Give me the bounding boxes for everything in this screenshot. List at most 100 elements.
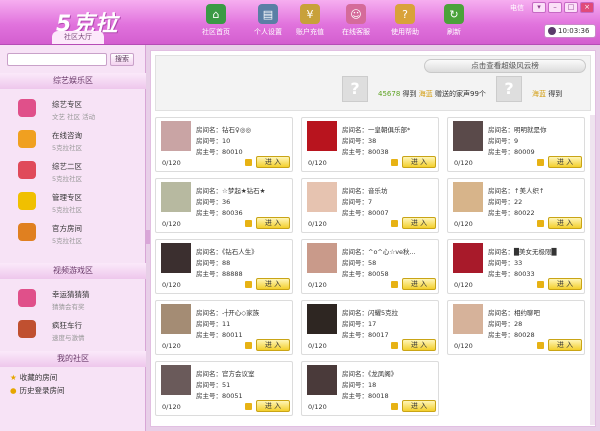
admin-icon	[18, 192, 36, 210]
owner-number-label: 房主号：	[196, 148, 222, 156]
owner-number-label: 房主号：	[488, 270, 514, 278]
minimize-button[interactable]: –	[548, 2, 562, 13]
room-photo[interactable]	[161, 304, 191, 334]
star-icon: ★	[10, 373, 17, 382]
enter-button[interactable]: 进 入	[256, 339, 290, 351]
occupancy: 0/120	[454, 342, 473, 350]
enter-button[interactable]: 进 入	[548, 156, 582, 168]
room-name-value: 《钻石人生》	[222, 248, 258, 256]
occupancy: 0/120	[454, 159, 473, 167]
room-photo[interactable]	[453, 121, 483, 151]
occupancy: 0/120	[454, 220, 473, 228]
room-list-panel: 点击查看超级风云榜 ? 45678 得到 海蓝 赠送的家声99个 ? 海蓝 得到…	[150, 50, 596, 427]
enter-button[interactable]: 进 入	[256, 156, 290, 168]
room-card[interactable]: 房间名：音乐坊 房间号：7 房主号：80007 0/120 进 入	[301, 178, 439, 233]
nav-label: 账户充值	[296, 28, 324, 36]
search-input[interactable]	[7, 53, 107, 66]
enter-button[interactable]: 进 入	[256, 217, 290, 229]
nav-label: 社区首页	[202, 28, 230, 36]
section-variety[interactable]: 综艺娱乐区	[0, 73, 146, 89]
sidebar-item-4[interactable]: 官方房间 5克拉社区	[18, 221, 138, 249]
nav-refresh[interactable]: ↻ 刷新	[428, 4, 480, 37]
room-number-value: 7	[368, 198, 373, 206]
enter-button[interactable]: 进 入	[256, 278, 290, 290]
lock-icon	[537, 342, 544, 349]
nav-home[interactable]: ⌂ 社区首页	[190, 4, 242, 37]
nav-help-book[interactable]: ? 使用帮助	[379, 4, 431, 37]
room-card[interactable]: 房间名：闪耀5克拉 房间号：17 房主号：80017 0/120 进 入	[301, 300, 439, 355]
room-card[interactable]: 房间名：官方会议室 房间号：51 房主号：80051 0/120 进 入	[155, 361, 293, 416]
enter-button[interactable]: 进 入	[402, 217, 436, 229]
sidebar-item-title: 官方房间	[52, 224, 82, 233]
owner-number-label: 房主号：	[196, 331, 222, 339]
sidebar-item-1[interactable]: 疯狂车行 速度与激情	[18, 318, 138, 346]
room-number-value: 38	[368, 137, 377, 145]
room-card[interactable]: 房间名：-┼开心◇家族 房间号：11 房主号：80011 0/120 进 入	[155, 300, 293, 355]
my-1[interactable]: ● 历史登录房间	[10, 385, 65, 396]
nav-money[interactable]: ¥ 账户充值	[284, 4, 336, 37]
enter-button[interactable]: 进 入	[402, 278, 436, 290]
home-icon: ⌂	[206, 4, 226, 24]
room-card[interactable]: 房间名：《龙凤阁》 房间号：18 房主号：80018 0/120 进 入	[301, 361, 439, 416]
room-photo[interactable]	[453, 304, 483, 334]
receiver-avatar[interactable]: ?	[496, 76, 522, 102]
room-photo[interactable]	[307, 304, 337, 334]
room-card[interactable]: 房间名：明明就是你 房间号：9 房主号：80009 0/120 进 入	[447, 117, 585, 172]
scrollbar[interactable]	[590, 115, 595, 425]
occupancy: 0/120	[162, 220, 181, 228]
room-photo[interactable]	[307, 365, 337, 395]
maximize-button[interactable]: □	[564, 2, 578, 13]
room-photo[interactable]	[307, 182, 337, 212]
title-bar: 5克拉 社区大厅 ⌂ 社区首页 ▤ 个人设置 ¥ 账户充值 ☺ 在线客服? 使用帮助 ↻ 刷新 电信…	[0, 0, 600, 45]
my-0[interactable]: ★ 收藏的房间	[10, 372, 57, 383]
room-card[interactable]: 房间名：↑美人织↑ 房间号：22 房主号：80022 0/120 进 入	[447, 178, 585, 233]
room-photo[interactable]	[161, 365, 191, 395]
section-my-community[interactable]: 我的社区	[0, 351, 146, 367]
room-photo[interactable]	[307, 243, 337, 273]
sidebar-item-2[interactable]: 综艺二区 5克拉社区	[18, 159, 138, 187]
owner-number-value: 80007	[368, 209, 389, 217]
room-name-label: 房间名：	[488, 126, 514, 134]
room-number: 房间号：9	[488, 135, 584, 145]
room-card[interactable]: 房间名：☆梦起★钻石★ 房间号：36 房主号：80036 0/120 进 入	[155, 178, 293, 233]
room-name: 房间名：█美女无极限█	[488, 246, 584, 256]
ranking-button[interactable]: 点击查看超级风云榜	[424, 59, 586, 73]
room-name-value: 官方会议室	[222, 370, 255, 378]
sidebar-item-0[interactable]: 综艺专区 文艺 社区 活动	[18, 97, 138, 125]
room-photo[interactable]	[161, 182, 191, 212]
crazy-car-icon	[18, 320, 36, 338]
room-name-label: 房间名：	[342, 126, 368, 134]
sidebar-item-subtitle: 文艺 社区 活动	[52, 113, 96, 121]
room-card[interactable]: 房间名：一皇朝俱乐部* 房间号：38 房主号：80038 0/120 进 入	[301, 117, 439, 172]
sidebar-item-1[interactable]: 在线咨询 5克拉社区	[18, 128, 138, 156]
sidebar-item-3[interactable]: 管理专区 5克拉社区	[18, 190, 138, 218]
enter-button[interactable]: 进 入	[548, 278, 582, 290]
owner-number: 房主号：80011	[196, 329, 292, 339]
room-card[interactable]: 房间名：《钻石人生》 房间号：88 房主号：88888 0/120 进 入	[155, 239, 293, 294]
room-photo[interactable]	[453, 182, 483, 212]
sidebar-item-0[interactable]: 幸运猜猜猜 猜猜会有奖	[18, 287, 138, 315]
enter-button[interactable]: 进 入	[402, 400, 436, 412]
room-card[interactable]: 房间名：█美女无极限█ 房间号：33 房主号：80033 0/120 进 入	[447, 239, 585, 294]
room-name: 房间名：-┼开心◇家族	[196, 307, 292, 317]
room-photo[interactable]	[453, 243, 483, 273]
tab-community-hall[interactable]: 社区大厅	[52, 31, 104, 44]
room-photo[interactable]	[161, 243, 191, 273]
room-card[interactable]: 房间名：钻石♀◎◎ 房间号：10 房主号：80010 0/120 进 入	[155, 117, 293, 172]
room-photo[interactable]	[161, 121, 191, 151]
room-card[interactable]: 房间名：相约聊吧 房间号：28 房主号：80028 0/120 进 入	[447, 300, 585, 355]
enter-button[interactable]: 进 入	[548, 217, 582, 229]
room-card[interactable]: 房间名：^o^心☆ve秋... 房间号：58 房主号：80058 0/120 进 入	[301, 239, 439, 294]
enter-button[interactable]: 进 入	[256, 400, 290, 412]
search-button[interactable]: 搜索	[110, 53, 134, 66]
enter-button[interactable]: 进 入	[402, 156, 436, 168]
section-video-games[interactable]: 视频游戏区	[0, 263, 146, 279]
nav-customer-service[interactable]: ☺ 在线客服	[330, 4, 382, 37]
room-photo[interactable]	[307, 121, 337, 151]
close-button[interactable]: ×	[580, 2, 594, 13]
sender-avatar[interactable]: ?	[342, 76, 368, 102]
enter-button[interactable]: 进 入	[548, 339, 582, 351]
skin-button[interactable]: ▾	[532, 2, 546, 13]
lock-icon	[245, 220, 252, 227]
enter-button[interactable]: 进 入	[402, 339, 436, 351]
